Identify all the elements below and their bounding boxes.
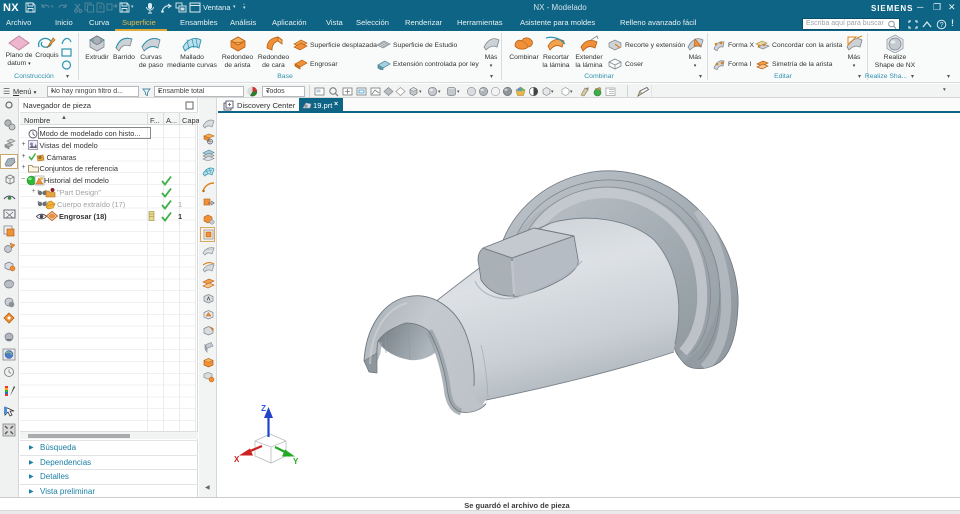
svg-text:?: ? [940, 22, 944, 29]
svg-text:X: X [234, 455, 240, 464]
svg-text:Z: Z [261, 404, 266, 413]
svg-text:Y: Y [293, 457, 299, 466]
